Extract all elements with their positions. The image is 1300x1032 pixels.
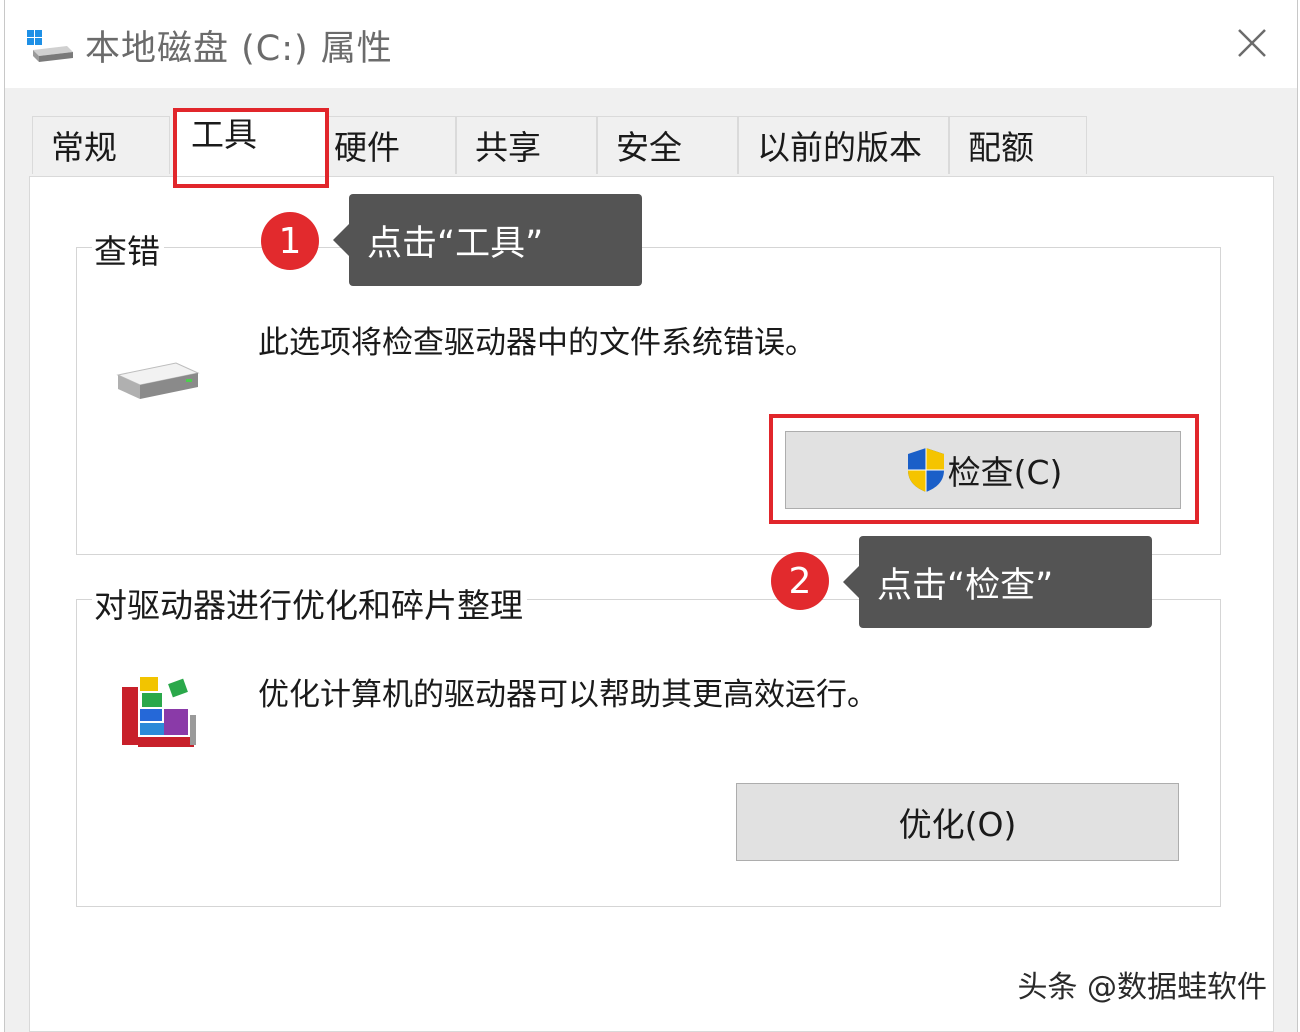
tab-quota[interactable]: 配额 <box>949 116 1087 174</box>
drive-icon <box>27 30 73 62</box>
tab-previous-versions[interactable]: 以前的版本 <box>738 116 949 174</box>
optimize-title: 对驱动器进行优化和碎片整理 <box>92 579 527 627</box>
check-button-highlight <box>769 414 1199 524</box>
step-1-badge: 1 <box>261 212 319 270</box>
error-check-description: 此选项将检查驱动器中的文件系统错误。 <box>258 325 816 361</box>
step-1-callout: 点击“工具” <box>333 194 642 286</box>
error-check-title: 查错 <box>92 225 164 273</box>
tab-sharing[interactable]: 共享 <box>456 116 597 174</box>
title-bar: 本地磁盘 (C:) 属性 <box>5 0 1297 88</box>
properties-window: 本地磁盘 (C:) 属性 常规 工具 硬件 共享 安全 以前的版本 配额 查错 … <box>4 0 1298 1032</box>
optimize-description: 优化计算机的驱动器可以帮助其更高效运行。 <box>258 677 878 713</box>
tab-hardware[interactable]: 硬件 <box>325 116 456 174</box>
step-2-badge: 2 <box>771 552 829 610</box>
window-title: 本地磁盘 (C:) 属性 <box>85 29 393 69</box>
tab-general[interactable]: 常规 <box>32 116 170 174</box>
tab-security[interactable]: 安全 <box>597 116 738 174</box>
optimize-button[interactable]: 优化(O) <box>736 783 1179 861</box>
close-icon[interactable] <box>1229 20 1275 66</box>
defrag-icon <box>122 677 196 747</box>
hard-drive-icon <box>116 362 200 399</box>
tools-tab-highlight <box>173 108 329 188</box>
step-2-callout: 点击“检查” <box>843 536 1152 628</box>
watermark: 头条 @数据蛙软件 <box>1017 970 1267 1005</box>
